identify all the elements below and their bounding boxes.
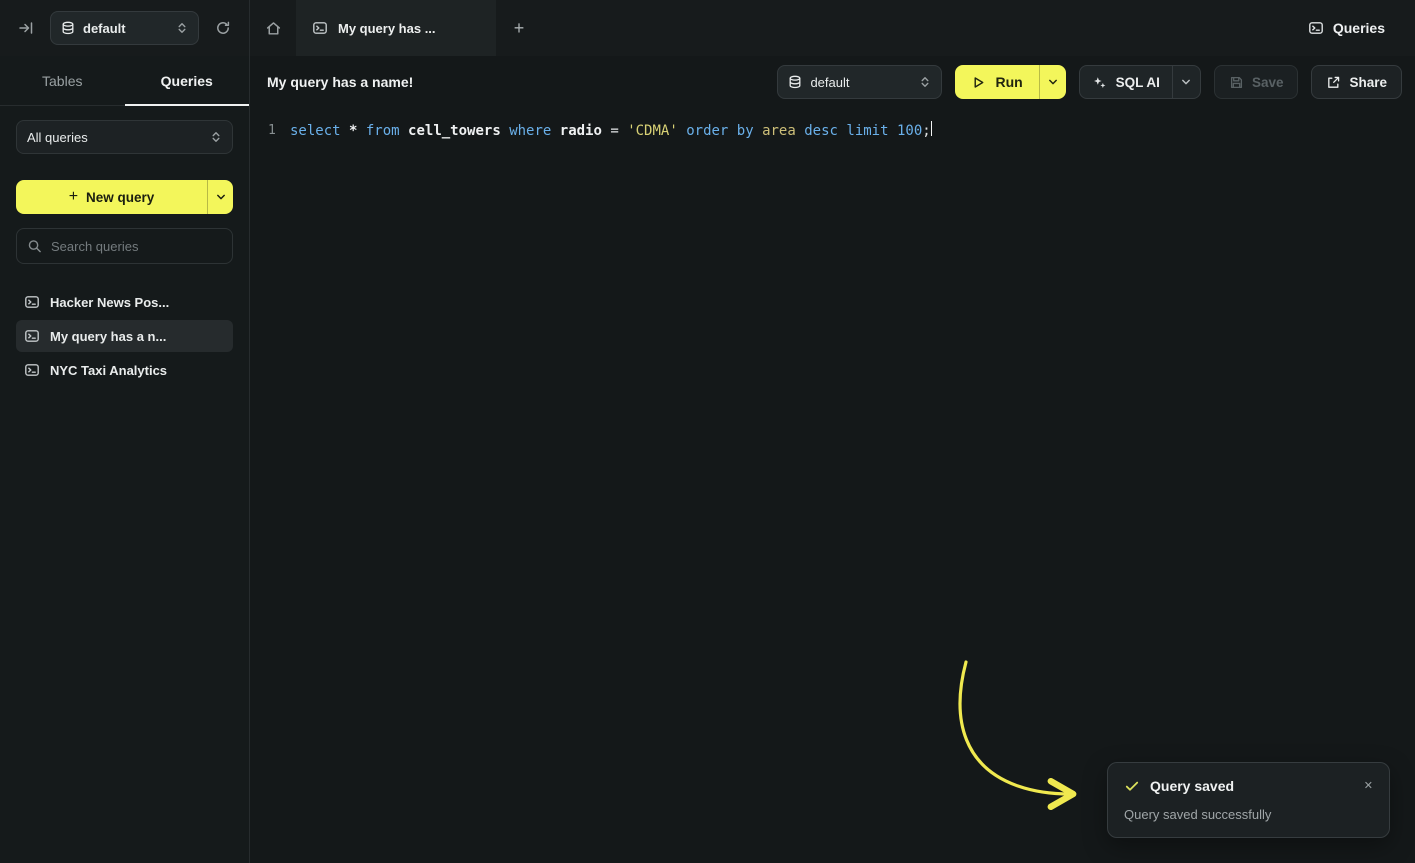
chevron-down-icon (1047, 76, 1059, 88)
sql-ai-button[interactable]: SQL AI (1079, 65, 1201, 99)
save-label: Save (1252, 75, 1284, 90)
refresh-icon (215, 20, 231, 36)
share-label: Share (1349, 75, 1387, 90)
run-dropdown-button[interactable] (1039, 65, 1066, 99)
sidebar-body: All queries + New query (0, 106, 249, 400)
queries-icon (1308, 20, 1324, 36)
chevron-down-icon (1180, 76, 1192, 88)
toast-message: Query saved successfully (1124, 807, 1373, 822)
play-icon (971, 75, 986, 90)
queries-filter-value: All queries (27, 130, 202, 145)
page-title: My query has a name! (267, 74, 413, 90)
new-query-button[interactable]: + New query (16, 180, 233, 214)
sql-ai-label: SQL AI (1116, 75, 1160, 90)
plus-icon: + (69, 189, 78, 205)
collapse-sidebar-button[interactable] (12, 14, 40, 42)
query-list-item-hacker-news[interactable]: Hacker News Pos... (16, 286, 233, 318)
share-icon (1326, 75, 1341, 90)
share-button[interactable]: Share (1311, 65, 1402, 99)
main-panel: My query has a name! default (250, 56, 1415, 863)
queries-link[interactable]: Queries (1302, 19, 1391, 37)
editor-header-controls: default Run (777, 65, 1402, 99)
database-icon (788, 75, 802, 89)
home-icon (265, 20, 282, 37)
tab-my-query[interactable]: My query has ... (296, 0, 496, 56)
save-button[interactable]: Save (1214, 65, 1299, 99)
run-button[interactable]: Run (955, 65, 1065, 99)
line-number: 1 (250, 121, 290, 141)
updown-chevrons-icon (176, 22, 188, 34)
query-icon (312, 20, 328, 36)
topbar: default My query has .. (0, 0, 1415, 56)
updown-chevrons-icon (210, 131, 222, 143)
topbar-database-value: default (83, 21, 168, 36)
query-item-label: My query has a n... (50, 329, 166, 344)
toast-query-saved: Query saved ✕ Query saved successfully (1107, 762, 1390, 838)
search-input[interactable] (16, 228, 233, 264)
query-list-item-my-query[interactable]: My query has a n... (16, 320, 233, 352)
topbar-right: Queries (1302, 0, 1415, 56)
code-tokens: select * from cell_towers where radio = … (290, 121, 931, 141)
sql-ai-dropdown-button[interactable] (1172, 66, 1200, 98)
chevron-down-icon (215, 191, 227, 203)
tab-label: My query has ... (338, 21, 436, 36)
queries-tab-label: Queries (161, 73, 213, 89)
editor-database-selector[interactable]: default (777, 65, 942, 99)
query-icon (24, 294, 40, 310)
home-button[interactable] (250, 0, 296, 56)
toast-close-button[interactable]: ✕ (1364, 781, 1373, 792)
save-icon (1229, 75, 1244, 90)
tables-tab-label: Tables (42, 73, 82, 89)
search-queries-field (16, 228, 233, 264)
text-cursor (931, 121, 933, 136)
search-icon (27, 239, 42, 254)
topbar-sidebar-section: default (0, 0, 250, 56)
arrow-to-bar-icon (18, 20, 34, 36)
sidebar: Tables Queries All queries + New query (0, 56, 250, 863)
refresh-button[interactable] (209, 14, 237, 42)
add-tab-button[interactable]: + (496, 0, 542, 56)
new-query-label: New query (86, 190, 154, 205)
editor-database-value: default (810, 75, 911, 90)
sql-ai-main[interactable]: SQL AI (1080, 66, 1172, 98)
query-item-label: NYC Taxi Analytics (50, 363, 167, 378)
sidebar-tabs: Tables Queries (0, 56, 249, 106)
query-list-item-nyc-taxi[interactable]: NYC Taxi Analytics (16, 354, 233, 386)
topbar-database-selector[interactable]: default (50, 11, 199, 45)
editor-header: My query has a name! default (250, 56, 1415, 108)
body: Tables Queries All queries + New query (0, 56, 1415, 863)
new-query-main[interactable]: + New query (16, 180, 207, 214)
query-icon (24, 328, 40, 344)
database-icon (61, 21, 75, 35)
queries-filter-select[interactable]: All queries (16, 120, 233, 154)
run-button-main[interactable]: Run (955, 65, 1038, 99)
app: default My query has .. (0, 0, 1415, 863)
sidebar-tab-tables[interactable]: Tables (0, 56, 125, 105)
updown-chevrons-icon (919, 76, 931, 88)
toast-title: Query saved (1150, 778, 1354, 794)
query-list: Hacker News Pos... My query has a n... N… (16, 286, 233, 386)
run-label: Run (995, 74, 1022, 90)
plus-icon: + (514, 18, 525, 39)
query-item-label: Hacker News Pos... (50, 295, 169, 310)
sidebar-tab-queries[interactable]: Queries (125, 56, 250, 105)
new-query-dropdown-button[interactable] (207, 180, 233, 214)
sparkle-icon (1092, 75, 1107, 90)
queries-link-label: Queries (1333, 20, 1385, 36)
code-line: 1 select * from cell_towers where radio … (250, 121, 1415, 141)
toast-header: Query saved ✕ (1124, 778, 1373, 794)
query-icon (24, 362, 40, 378)
sql-editor[interactable]: 1 select * from cell_towers where radio … (250, 108, 1415, 863)
tab-strip: My query has ... + (250, 0, 1302, 56)
check-icon (1124, 778, 1140, 794)
